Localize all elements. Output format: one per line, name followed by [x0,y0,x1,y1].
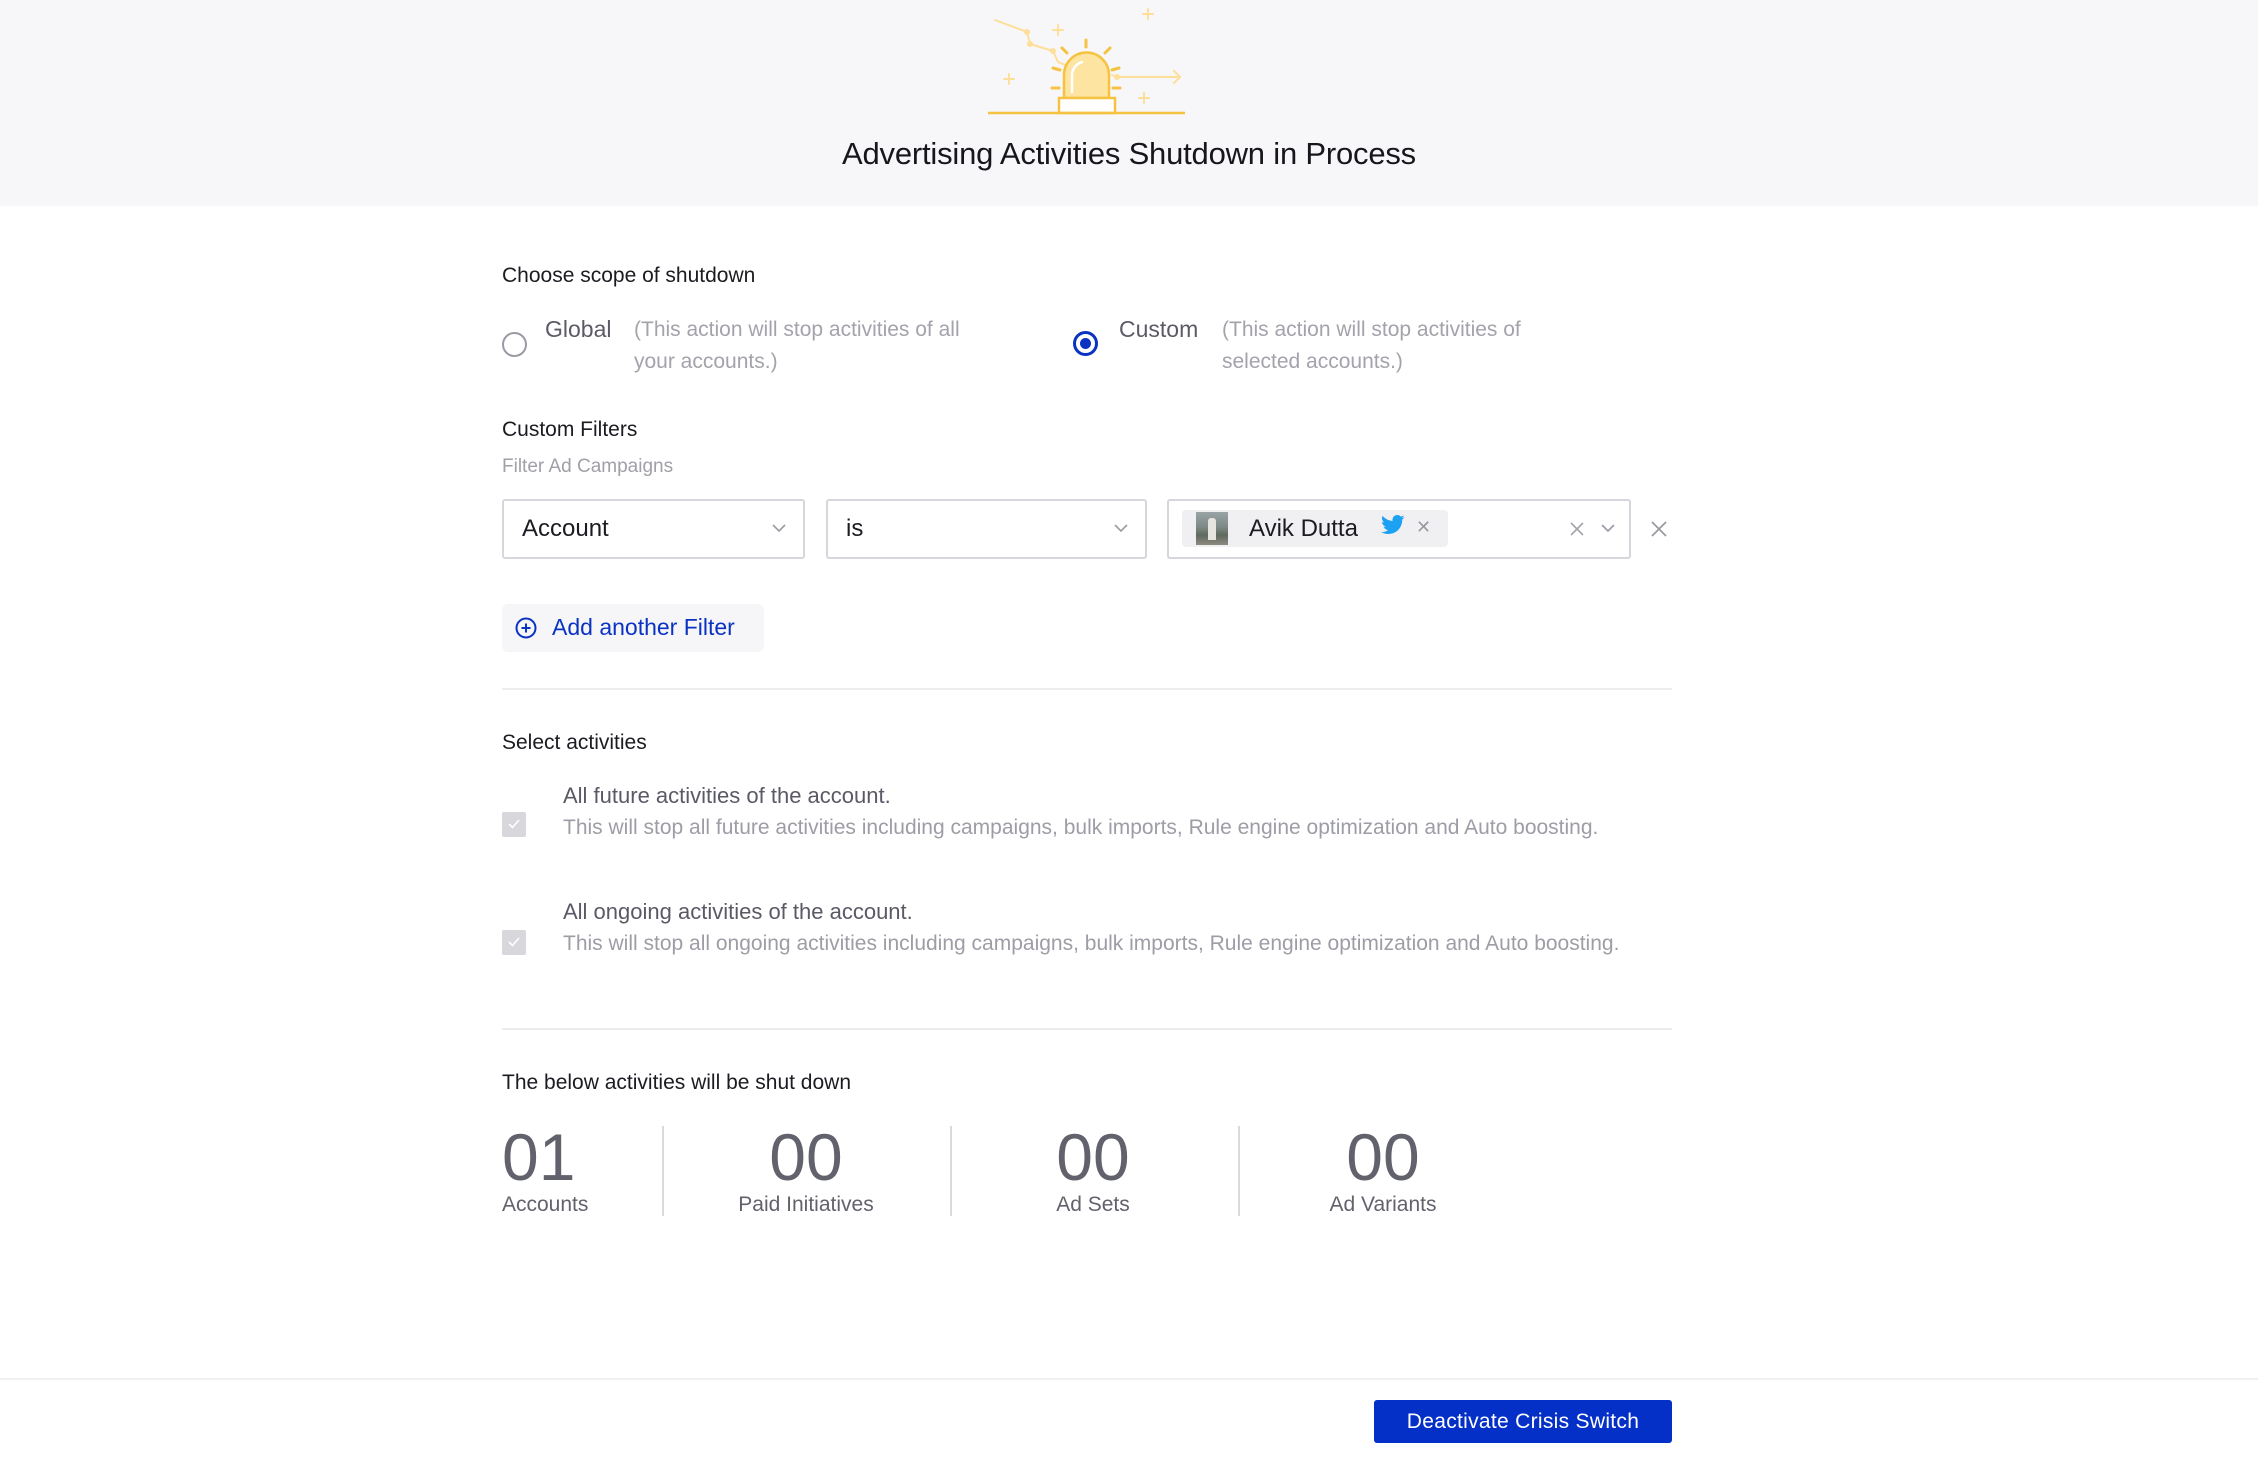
scope-label: Choose scope of shutdown [502,264,756,287]
add-another-filter-label: Add another Filter [552,614,735,640]
stat-label: Ad Variants [1329,1193,1437,1216]
stat-ad-sets: 00 Ad Sets [993,1120,1193,1218]
remove-chip-icon[interactable]: ✕ [1416,517,1431,538]
filter-value-multiselect[interactable]: Avik Dutta ✕ [1167,499,1631,559]
stat-value: 01 [502,1120,576,1194]
plus-circle-icon [515,617,537,639]
radio-global-label[interactable]: Global [545,316,611,343]
section-divider [502,1028,1672,1030]
stat-label: Accounts [502,1193,589,1216]
checkbox-ongoing-activities[interactable] [502,930,526,955]
stat-divider [662,1126,664,1216]
description-line: (This action will stop activities of all [634,318,960,341]
radio-custom-label[interactable]: Custom [1119,316,1198,343]
shutdown-summary-label: The below activities will be shut down [502,1071,852,1094]
stat-divider [950,1126,952,1216]
clear-selection-icon[interactable] [1569,521,1585,537]
filter-ad-campaigns-label: Filter Ad Campaigns [502,456,674,477]
radio-custom[interactable] [1073,331,1098,356]
add-another-filter-button[interactable]: Add another Filter [502,604,764,652]
siren-alert-icon [988,8,1185,115]
selected-account-chip: Avik Dutta ✕ [1182,510,1448,547]
filter-operator-value: is [846,515,864,542]
select-activities-label: Select activities [502,731,647,754]
custom-filters-label: Custom Filters [502,418,638,441]
radio-custom-description: (This action will stop activities of sel… [1222,314,1521,378]
stat-value: 00 [1056,1120,1130,1194]
description-line: your accounts.) [634,350,778,373]
stat-label: Ad Sets [1056,1193,1130,1216]
chip-account-name: Avik Dutta [1249,515,1358,542]
stat-paid-initiatives: 00 Paid Initiatives [706,1120,906,1218]
stat-label: Paid Initiatives [738,1193,874,1216]
stat-value: 00 [1346,1120,1420,1194]
page-title: Advertising Activities Shutdown in Proce… [842,136,1416,171]
checkmark-icon [508,819,520,829]
stat-divider [1238,1126,1240,1216]
ongoing-activities-description: This will stop all ongoing activities in… [563,932,1620,955]
remove-filter-row-icon[interactable] [1650,520,1668,538]
ongoing-activities-title: All ongoing activities of the account. [563,899,913,924]
chevron-down-icon [772,523,786,535]
radio-global-description: (This action will stop activities of all… [634,314,960,378]
filter-field-select[interactable]: Account [502,499,805,559]
checkmark-icon [508,937,520,947]
twitter-icon [1381,515,1405,534]
stat-accounts: 01 Accounts [502,1120,588,1218]
deactivate-crisis-switch-button[interactable]: Deactivate Crisis Switch [1374,1400,1672,1443]
footer-divider [0,1378,2258,1380]
chevron-down-icon[interactable] [1601,523,1615,535]
avatar [1196,512,1228,545]
filter-field-value: Account [522,515,609,542]
stat-value: 00 [769,1120,843,1194]
checkbox-future-activities[interactable] [502,812,526,837]
description-line: selected accounts.) [1222,350,1403,373]
section-divider [502,688,1672,690]
page-header: Advertising Activities Shutdown in Proce… [0,0,2258,206]
chevron-down-icon [1114,523,1128,535]
radio-global[interactable] [502,332,527,357]
description-line: (This action will stop activities of [1222,318,1521,341]
stat-ad-variants: 00 Ad Variants [1283,1120,1483,1218]
future-activities-description: This will stop all future activities inc… [563,816,1599,839]
filter-operator-select[interactable]: is [826,499,1147,559]
future-activities-title: All future activities of the account. [563,783,891,808]
